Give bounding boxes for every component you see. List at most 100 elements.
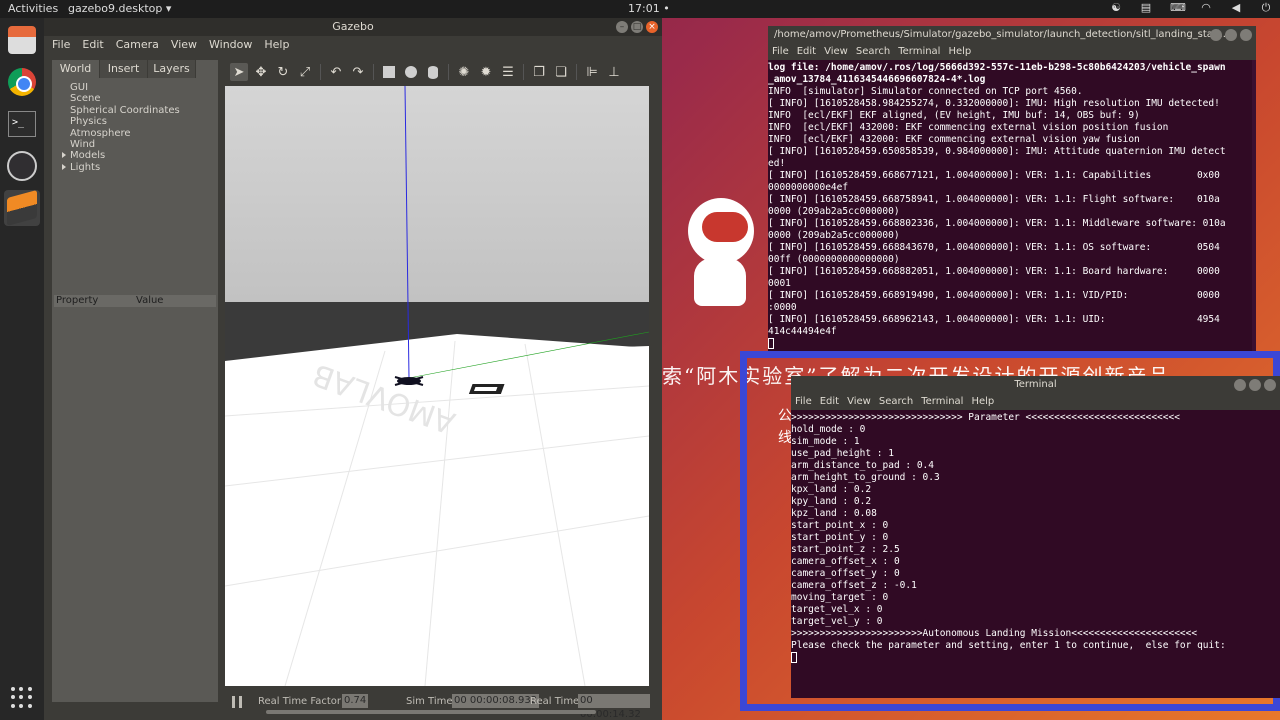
close-button[interactable]: ×	[646, 21, 658, 33]
menu-window[interactable]: Window	[209, 36, 252, 54]
dock: >_	[0, 18, 44, 720]
sim-time-label: Sim Time:	[406, 696, 456, 707]
property-header: Property	[56, 295, 99, 306]
maximize-button[interactable]: □	[631, 21, 643, 33]
menu-terminal[interactable]: Terminal	[921, 394, 963, 410]
tab-layers[interactable]: Layers	[148, 60, 196, 78]
maximize-button[interactable]	[1225, 29, 1237, 41]
minimize-button[interactable]	[1210, 29, 1222, 41]
activities-button[interactable]: Activities	[8, 2, 58, 15]
menu-camera[interactable]: Camera	[116, 36, 159, 54]
directional-light-icon[interactable]: ☰	[499, 63, 517, 81]
tree-item-scene[interactable]: Scene	[70, 93, 218, 104]
volume-icon[interactable]: ◀	[1230, 1, 1242, 15]
world-tree: GUI Scene Spherical Coordinates Physics …	[52, 78, 218, 290]
terminal-output[interactable]: log file: /home/amov/.ros/log/5666d392-5…	[768, 60, 1256, 350]
undo-icon[interactable]: ↶	[327, 63, 345, 81]
clock[interactable]: 17:01 •	[628, 2, 670, 15]
menu-view[interactable]: View	[171, 36, 197, 54]
tree-item-spherical-coordinates[interactable]: Spherical Coordinates	[70, 105, 218, 116]
expand-icon[interactable]	[62, 163, 66, 170]
menu-edit[interactable]: Edit	[797, 44, 816, 60]
close-button[interactable]	[1240, 29, 1252, 41]
menu-view[interactable]: View	[824, 44, 848, 60]
tree-item-models[interactable]: Models	[62, 150, 218, 161]
menu-file[interactable]: File	[52, 36, 70, 54]
menu-file[interactable]: File	[795, 394, 812, 410]
obs-icon	[7, 151, 37, 181]
show-apps-button[interactable]	[4, 680, 40, 716]
rtf-label: Real Time Factor:	[258, 696, 345, 707]
user-icon[interactable]: ☯	[1110, 1, 1122, 15]
gazebo-titlebar[interactable]: Gazebo – □ ×	[44, 18, 662, 36]
terminal-window-parameters: Terminal File Edit View Search Terminal …	[791, 376, 1280, 698]
box-shape-icon[interactable]	[380, 63, 398, 81]
tree-item-gui[interactable]: GUI	[70, 82, 218, 93]
notes-icon[interactable]: ▤	[1140, 1, 1152, 15]
rtf-value: 0.74	[342, 694, 369, 708]
left-panel: World Insert Layers GUI Scene Spherical …	[52, 60, 218, 702]
terminal-scrollbar[interactable]	[1252, 60, 1256, 352]
terminal-launcher[interactable]: >_	[4, 106, 40, 142]
keyboard-icon[interactable]: ⌨	[1170, 1, 1186, 15]
terminal-title: Terminal	[1014, 379, 1057, 390]
sim-time-value: 00 00:00:08.932	[452, 694, 540, 708]
spot-light-icon[interactable]: ✹	[477, 63, 495, 81]
minimize-button[interactable]: –	[616, 21, 628, 33]
terminal-menubar: File Edit View Search Terminal Help	[768, 44, 1256, 60]
3d-viewport[interactable]: AMOVLAB	[225, 86, 649, 686]
snap-icon[interactable]: ⊥	[605, 63, 623, 81]
chrome-launcher[interactable]	[4, 64, 40, 100]
tab-insert[interactable]: Insert	[100, 60, 148, 78]
menu-edit[interactable]: Edit	[82, 36, 103, 54]
sphere-shape-icon[interactable]	[402, 63, 420, 81]
tree-item-wind[interactable]: Wind	[70, 139, 218, 150]
scale-tool-icon[interactable]: ⤢	[296, 63, 314, 81]
menu-terminal[interactable]: Terminal	[898, 44, 940, 60]
value-header: Value	[136, 295, 164, 306]
menu-edit[interactable]: Edit	[820, 394, 839, 410]
system-tray[interactable]: ☯ ▤ ⌨ ◠ ◀ ⏻	[1110, 1, 1272, 15]
window-title: Gazebo	[332, 20, 374, 33]
terminal-titlebar[interactable]: /home/amov/Prometheus/Simulator/gazebo_s…	[768, 26, 1256, 44]
terminal-menubar: File Edit View Search Terminal Help	[791, 394, 1280, 410]
menu-help[interactable]: Help	[971, 394, 994, 410]
maximize-button[interactable]	[1249, 379, 1261, 391]
menu-search[interactable]: Search	[856, 44, 890, 60]
terminal-titlebar[interactable]: Terminal	[791, 376, 1280, 394]
pause-icon[interactable]	[232, 696, 242, 708]
tree-item-lights[interactable]: Lights	[62, 162, 218, 173]
files-launcher[interactable]	[4, 22, 40, 58]
paste-icon[interactable]: ❏	[552, 63, 570, 81]
align-icon[interactable]: ⊫	[583, 63, 601, 81]
wifi-icon[interactable]: ◠	[1200, 1, 1212, 15]
close-button[interactable]	[1264, 379, 1276, 391]
menu-help[interactable]: Help	[948, 44, 971, 60]
redo-icon[interactable]: ↷	[349, 63, 367, 81]
horizontal-scrollbar[interactable]	[266, 710, 596, 714]
menu-help[interactable]: Help	[264, 36, 289, 54]
rotate-tool-icon[interactable]: ↻	[274, 63, 292, 81]
select-tool-icon[interactable]: ➤	[230, 63, 248, 81]
obs-launcher[interactable]	[4, 148, 40, 184]
menu-view[interactable]: View	[847, 394, 871, 410]
expand-icon[interactable]	[62, 152, 66, 159]
menu-search[interactable]: Search	[879, 394, 913, 410]
tree-item-atmosphere[interactable]: Atmosphere	[70, 128, 218, 139]
copy-icon[interactable]: ❐	[530, 63, 548, 81]
minimize-button[interactable]	[1234, 379, 1246, 391]
power-icon[interactable]: ⏻	[1260, 1, 1272, 15]
app-menu[interactable]: gazebo9.desktop ▾	[68, 2, 171, 15]
translate-tool-icon[interactable]: ✥	[252, 63, 270, 81]
point-light-icon[interactable]: ✺	[455, 63, 473, 81]
menu-file[interactable]: File	[772, 44, 789, 60]
drone-model	[394, 376, 424, 386]
cylinder-shape-icon[interactable]	[424, 63, 442, 81]
real-time-value: 00 00:00:14.32	[578, 694, 650, 720]
terminal-output[interactable]: >>>>>>>>>>>>>>>>>>>>>>>>>>>>>> Parameter…	[791, 410, 1280, 700]
text-cursor	[768, 338, 774, 349]
tree-item-physics[interactable]: Physics	[70, 116, 218, 127]
tab-world[interactable]: World	[52, 60, 100, 78]
gazebo-launcher[interactable]	[4, 189, 40, 227]
chrome-icon	[8, 68, 36, 96]
